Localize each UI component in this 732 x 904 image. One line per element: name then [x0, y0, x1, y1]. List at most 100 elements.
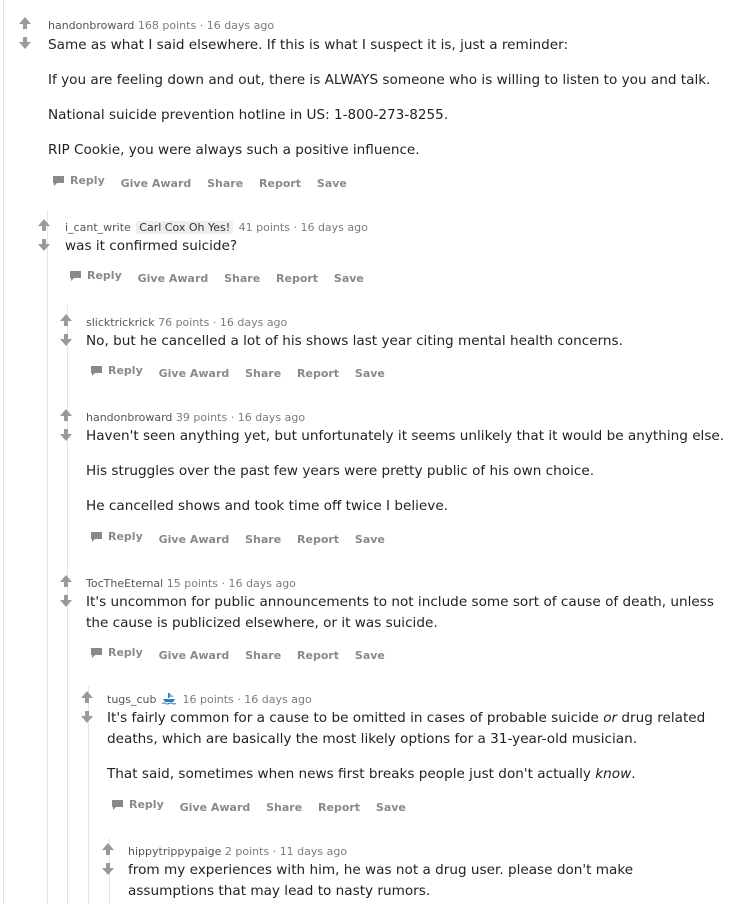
- comment-line: It's fairly common for a cause to be omi…: [107, 710, 706, 726]
- score: 41 points: [238, 221, 290, 234]
- author-link[interactable]: handonbroward: [48, 19, 134, 32]
- comment-line: the cause is publicized elsewhere, or it…: [86, 615, 438, 631]
- give-award-button[interactable]: Give Award: [180, 801, 251, 815]
- downvote-arrow-icon[interactable]: [59, 594, 73, 608]
- comment-paragraph: No, but he cancelled a lot of his shows …: [86, 333, 623, 349]
- timestamp[interactable]: 16 days ago: [238, 411, 305, 424]
- author-link[interactable]: handonbroward: [86, 411, 172, 424]
- timestamp[interactable]: 16 days ago: [207, 19, 274, 32]
- reply-button[interactable]: Reply: [52, 174, 105, 188]
- share-button[interactable]: Share: [245, 367, 281, 381]
- downvote-arrow-icon[interactable]: [37, 238, 51, 252]
- timestamp[interactable]: 16 days ago: [220, 316, 287, 329]
- author-link[interactable]: slicktrickrick: [86, 316, 155, 329]
- share-button[interactable]: Share: [245, 533, 281, 547]
- upvote-arrow-icon[interactable]: [37, 218, 51, 232]
- comment-body: No, but he cancelled a lot of his shows …: [86, 331, 623, 352]
- reply-button[interactable]: Reply: [90, 364, 143, 378]
- report-button[interactable]: Report: [297, 533, 339, 547]
- timestamp[interactable]: 16 days ago: [300, 221, 367, 234]
- comment-actions: Reply Give Award Share Report Save: [90, 646, 397, 663]
- comment-body: Same as what I said elsewhere. If this i…: [48, 35, 710, 161]
- report-button[interactable]: Report: [318, 801, 360, 815]
- upvote-arrow-icon[interactable]: [80, 690, 94, 704]
- comment-line: from my experiences with him, he was not…: [128, 862, 634, 878]
- save-button[interactable]: Save: [355, 367, 385, 381]
- comment-paragraph: National suicide prevention hotline in U…: [48, 107, 449, 123]
- share-button[interactable]: Share: [224, 272, 260, 286]
- comment-paragraph: was it confirmed suicide?: [65, 238, 238, 254]
- comment-paragraph: If you are feeling down and out, there i…: [48, 72, 711, 88]
- score: 16 points: [182, 693, 234, 706]
- downvote-arrow-icon[interactable]: [59, 428, 73, 442]
- give-award-button[interactable]: Give Award: [159, 367, 230, 381]
- comment-line: assumptions that may lead to nasty rumor…: [128, 883, 431, 899]
- save-button[interactable]: Save: [376, 801, 406, 815]
- comment-meta: handonbroward 39 points · 16 days ago: [86, 411, 306, 424]
- report-button[interactable]: Report: [297, 367, 339, 381]
- comment-paragraph: Haven't seen anything yet, but unfortuna…: [86, 428, 725, 444]
- downvote-arrow-icon[interactable]: [101, 862, 115, 876]
- share-button[interactable]: Share: [266, 801, 302, 815]
- comment-meta: hippytrippypaige 2 points · 11 days ago: [128, 845, 348, 858]
- author-link[interactable]: TocTheEternal: [86, 577, 163, 590]
- comment-paragraph: He cancelled shows and took time off twi…: [86, 498, 449, 514]
- score: 2 points: [224, 845, 270, 858]
- save-button[interactable]: Save: [317, 177, 347, 191]
- save-button[interactable]: Save: [355, 533, 385, 547]
- user-flair: Carl Cox Oh Yes!: [136, 221, 234, 234]
- reply-icon: [70, 271, 81, 281]
- downvote-arrow-icon[interactable]: [59, 333, 73, 347]
- comment-meta: i_cant_write Carl Cox Oh Yes! 41 points …: [65, 221, 368, 234]
- comment-meta: slicktrickrick 76 points · 16 days ago: [86, 316, 288, 329]
- downvote-arrow-icon[interactable]: [18, 36, 32, 50]
- comment-body: It's fairly common for a cause to be omi…: [107, 708, 705, 785]
- reply-icon: [53, 176, 64, 186]
- thread-line-level-1[interactable]: [3, 0, 4, 904]
- reply-button[interactable]: Reply: [69, 269, 122, 283]
- reply-button[interactable]: Reply: [90, 530, 143, 544]
- author-link[interactable]: tugs_cub: [107, 693, 157, 706]
- timestamp[interactable]: 11 days ago: [280, 845, 347, 858]
- comment-body: from my experiences with him, he was not…: [128, 860, 633, 902]
- comment-actions: Reply Give Award Share Report Save: [52, 174, 359, 191]
- comment-line: deaths, which are basically the most lik…: [107, 731, 638, 747]
- comment-actions: Reply Give Award Share Report Save: [90, 364, 397, 381]
- upvote-arrow-icon[interactable]: [59, 313, 73, 327]
- reply-button[interactable]: Reply: [111, 798, 164, 812]
- score: 76 points: [158, 316, 210, 329]
- share-button[interactable]: Share: [245, 649, 281, 663]
- comment-paragraph: His struggles over the past few years we…: [86, 463, 595, 479]
- timestamp[interactable]: 16 days ago: [244, 693, 311, 706]
- report-button[interactable]: Report: [259, 177, 301, 191]
- author-link[interactable]: i_cant_write: [65, 221, 131, 234]
- emphasis-text: know: [595, 766, 632, 782]
- score: 15 points: [166, 577, 218, 590]
- reply-icon: [91, 532, 102, 542]
- give-award-button[interactable]: Give Award: [159, 533, 230, 547]
- give-award-button[interactable]: Give Award: [121, 177, 192, 191]
- comment-meta: tugs_cub 16 points · 16 days ago: [107, 693, 312, 709]
- comment-paragraph: RIP Cookie, you were always such a posit…: [48, 142, 420, 158]
- save-button[interactable]: Save: [355, 649, 385, 663]
- comment-body: Haven't seen anything yet, but unfortuna…: [86, 426, 724, 517]
- upvote-arrow-icon[interactable]: [59, 574, 73, 588]
- author-link[interactable]: hippytrippypaige: [128, 845, 221, 858]
- upvote-arrow-icon[interactable]: [101, 842, 115, 856]
- downvote-arrow-icon[interactable]: [80, 710, 94, 724]
- upvote-arrow-icon[interactable]: [18, 16, 32, 30]
- comment-body: was it confirmed suicide?: [65, 236, 237, 257]
- give-award-button[interactable]: Give Award: [138, 272, 209, 286]
- upvote-arrow-icon[interactable]: [59, 408, 73, 422]
- report-button[interactable]: Report: [297, 649, 339, 663]
- reply-icon: [91, 366, 102, 376]
- save-button[interactable]: Save: [334, 272, 364, 286]
- give-award-button[interactable]: Give Award: [159, 649, 230, 663]
- timestamp[interactable]: 16 days ago: [229, 577, 296, 590]
- report-button[interactable]: Report: [276, 272, 318, 286]
- comment-body: It's uncommon for public announcements t…: [86, 592, 714, 634]
- reply-button[interactable]: Reply: [90, 646, 143, 660]
- share-button[interactable]: Share: [207, 177, 243, 191]
- thread-line-level-2[interactable]: [47, 210, 48, 904]
- reply-icon: [112, 800, 123, 810]
